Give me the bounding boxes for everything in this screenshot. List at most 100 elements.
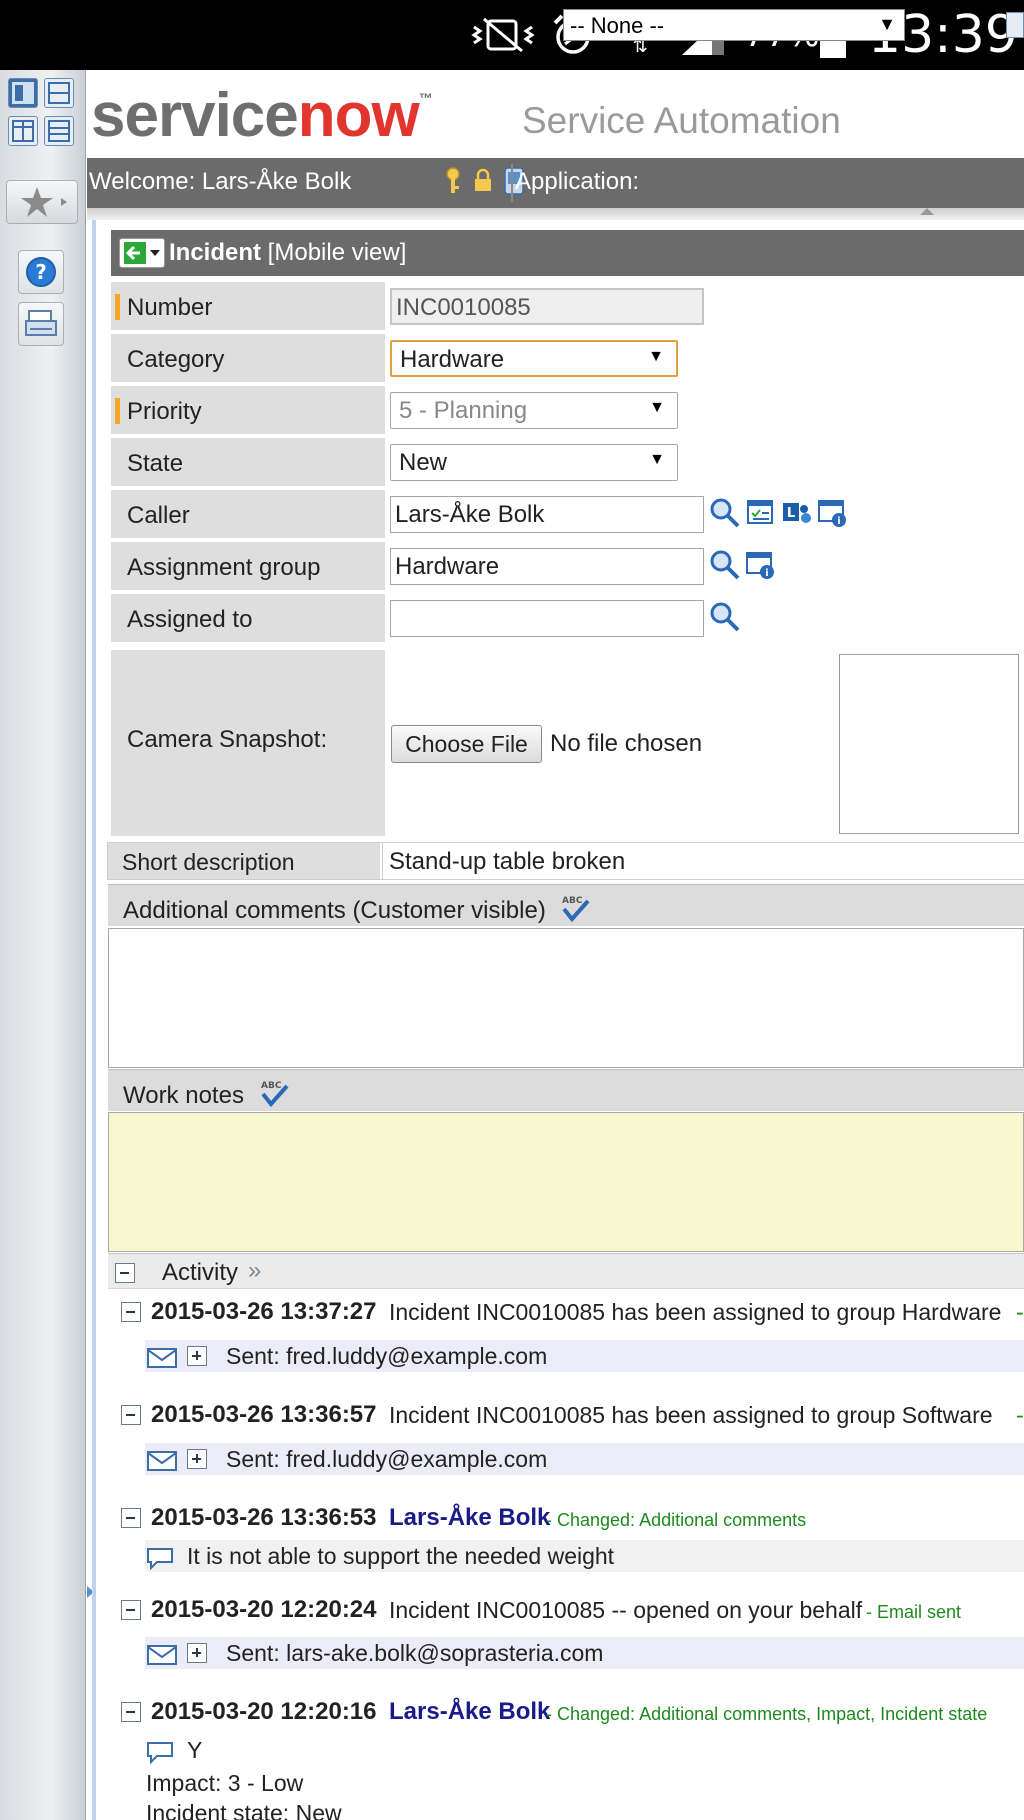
svg-text:ABC: ABC (562, 896, 583, 906)
field-row-assignment-group: Assignment group Hardware i (111, 542, 1024, 590)
collapse-entry-icon[interactable] (121, 1405, 141, 1425)
expand-email-icon[interactable] (187, 1449, 207, 1469)
search-icon[interactable] (708, 548, 742, 582)
dropdown-arrow-icon: ▼ (648, 348, 664, 365)
favorites-star-button[interactable] (6, 180, 78, 224)
vibrate-mute-icon (470, 0, 536, 70)
application-menu-icon[interactable] (1006, 12, 1024, 38)
field-row-short-description: Short description Stand-up table broken (107, 842, 1024, 880)
activity-email-row: Sent: lars-ake.bolk@soprasteria.com (145, 1637, 1024, 1669)
reference-info-icon[interactable]: i (816, 496, 850, 530)
priority-label: Priority (111, 386, 385, 434)
dropdown-arrow-icon: ▼ (649, 451, 665, 468)
header-divider (87, 208, 1024, 220)
activity-header: Activity » (108, 1253, 1024, 1289)
back-button[interactable] (119, 238, 165, 268)
activity-change-line: Incident state: New (146, 1800, 342, 1820)
mandatory-marker (115, 398, 120, 424)
field-row-assigned-to: Assigned to (111, 594, 1024, 642)
category-label: Category (111, 334, 385, 382)
layout-top-pane-icon[interactable] (44, 78, 74, 108)
activity-filter-chevrons-icon[interactable]: » (248, 1257, 261, 1285)
comment-bubble-icon (145, 1740, 175, 1770)
number-field[interactable]: INC0010085 (390, 288, 704, 325)
assigned-to-field[interactable] (390, 600, 704, 637)
comment-bubble-icon (145, 1546, 175, 1576)
svg-text:i: i (765, 568, 768, 579)
form-title-bar: Incident [Mobile view] (111, 230, 1024, 276)
user-link[interactable]: Lars-Åke Bolk (389, 1504, 550, 1532)
layout-rows-icon[interactable] (44, 116, 74, 146)
assignment-group-label: Assignment group (111, 542, 385, 590)
additional-comments-textarea[interactable] (108, 928, 1024, 1068)
layout-columns-icon[interactable] (8, 116, 38, 146)
snapshot-preview (839, 654, 1019, 834)
svg-text:ABC: ABC (261, 1081, 282, 1091)
state-label: State (111, 438, 385, 486)
left-navigation-rail: ? (0, 70, 86, 1820)
spell-check-icon[interactable]: ABC (259, 1078, 291, 1115)
svg-text:L: L (787, 506, 795, 521)
collapse-entry-icon[interactable] (121, 1508, 141, 1528)
help-icon[interactable]: ? (18, 250, 64, 294)
print-icon[interactable] (18, 302, 64, 346)
email-envelope-icon (147, 1347, 177, 1374)
user-link[interactable]: Lars-Åke Bolk (389, 1698, 550, 1726)
collapse-entry-icon[interactable] (121, 1702, 141, 1722)
field-row-caller: Caller Lars-Åke Bolk L i (111, 490, 1024, 538)
activity-comment-row: Y (145, 1734, 1024, 1766)
application-select[interactable]: -- None -- ▼ (563, 9, 905, 41)
activity-email-row: Sent: fred.luddy@example.com (145, 1443, 1024, 1475)
collapse-activity-icon[interactable] (115, 1263, 135, 1283)
expand-email-icon[interactable] (187, 1346, 207, 1366)
lync-contact-icon[interactable]: L (780, 496, 814, 530)
welcome-bar: Welcome: Lars-Åke Bolk Application: (87, 158, 1024, 208)
field-row-state: State New ▼ (111, 438, 1024, 486)
collapse-entry-icon[interactable] (121, 1600, 141, 1620)
category-select[interactable]: Hardware ▼ (390, 340, 678, 377)
additional-comments-header: Additional comments (Customer visible) A… (108, 884, 1024, 926)
activity-entry-header: 2015-03-26 13:37:27 Incident INC0010085 … (121, 1294, 1024, 1328)
choose-file-button[interactable]: Choose File (391, 725, 542, 763)
activity-entry-header: 2015-03-20 12:20:24 Incident INC0010085 … (121, 1592, 1024, 1626)
key-icon[interactable] (443, 166, 463, 203)
chevron-down-icon: ▼ (878, 14, 896, 34)
assignment-group-field[interactable]: Hardware (390, 548, 704, 585)
state-select[interactable]: New ▼ (390, 444, 678, 481)
activity-entry-header: 2015-03-20 12:20:16 Lars-Åke Bolk - Chan… (121, 1694, 1024, 1728)
work-notes-header: Work notes ABC (108, 1069, 1024, 1111)
file-status-text: No file chosen (550, 730, 703, 757)
field-row-camera-snapshot: Camera Snapshot: Choose File No file cho… (111, 650, 1024, 836)
mandatory-marker (115, 294, 120, 320)
layout-left-pane-icon[interactable] (8, 78, 38, 108)
collapse-header-caret-icon[interactable] (920, 208, 934, 215)
short-description-field[interactable]: Stand-up table broken (382, 843, 1024, 879)
activity-entry-header: 2015-03-26 13:36:57 Incident INC0010085 … (121, 1397, 1024, 1431)
field-row-category: Category Hardware ▼ (111, 334, 1024, 382)
activity-entry-header: 2015-03-26 13:36:53 Lars-Åke Bolk - Chan… (121, 1500, 1024, 1534)
priority-select[interactable]: 5 - Planning ▼ (390, 392, 678, 429)
short-description-label: Short description (108, 843, 380, 879)
search-icon[interactable] (708, 600, 742, 634)
svg-text:i: i (837, 516, 840, 527)
expand-email-icon[interactable] (187, 1643, 207, 1663)
welcome-text: Welcome: Lars-Åke Bolk (89, 168, 352, 195)
reference-info-icon[interactable]: i (744, 548, 778, 582)
lock-icon[interactable] (473, 166, 493, 203)
reference-checklist-icon[interactable] (744, 496, 778, 530)
app-header: servicenow™ Service Automation (87, 70, 1024, 158)
search-icon[interactable] (708, 496, 742, 530)
form-title: Incident [Mobile view] (169, 239, 407, 266)
activity-change-line: Impact: 3 - Low (146, 1770, 304, 1796)
assigned-to-label: Assigned to (111, 594, 385, 642)
collapse-entry-icon[interactable] (121, 1302, 141, 1322)
activity-email-row: Sent: fred.luddy@example.com (145, 1340, 1024, 1372)
email-envelope-icon (147, 1450, 177, 1477)
spell-check-icon[interactable]: ABC (560, 893, 592, 930)
field-row-number: Number INC0010085 (111, 282, 1024, 330)
work-notes-textarea[interactable] (108, 1112, 1024, 1252)
email-envelope-icon (147, 1644, 177, 1671)
caller-field[interactable]: Lars-Åke Bolk (390, 496, 704, 533)
application-label: Application: (515, 168, 640, 195)
servicenow-logo[interactable]: servicenow™ (91, 80, 433, 151)
